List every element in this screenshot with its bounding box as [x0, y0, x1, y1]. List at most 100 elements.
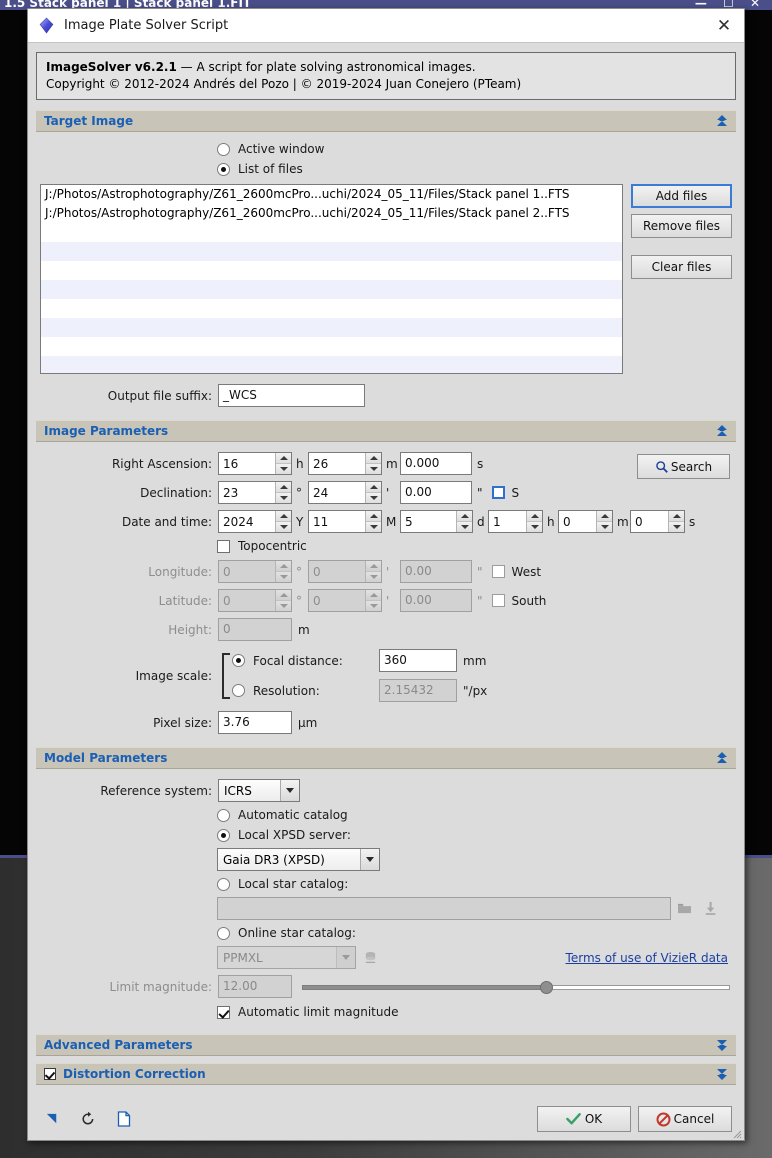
active-window-radio[interactable] — [217, 142, 230, 156]
slider-knob[interactable] — [539, 980, 553, 994]
ra-seconds-input[interactable]: 0.000 — [400, 452, 472, 476]
ra-minutes-spinner[interactable]: 26 — [308, 452, 382, 476]
cancel-button[interactable]: Cancel — [638, 1106, 732, 1132]
dec-minutes-up[interactable] — [366, 482, 381, 493]
focal-distance-option[interactable]: Focal distance: 360 mm — [232, 649, 487, 673]
double-chevron-up-icon[interactable] — [714, 750, 730, 766]
date-month-spinner[interactable]: 11 — [308, 510, 382, 534]
automatic-catalog-option[interactable]: Automatic catalog — [217, 808, 736, 822]
declination-south-checkbox[interactable] — [491, 486, 505, 500]
resize-grip-icon[interactable] — [730, 1127, 742, 1139]
resolution-radio[interactable] — [232, 684, 245, 698]
chevron-down-icon[interactable] — [280, 780, 299, 802]
file-list[interactable]: J:/Photos/Astrophotography/Z61_2600mcPro… — [40, 184, 623, 375]
dec-minutes-value[interactable]: 24 — [309, 482, 365, 503]
ra-hours-spinner[interactable]: 16 — [218, 452, 292, 476]
time-second-up[interactable] — [669, 511, 684, 522]
local-star-catalog-option[interactable]: Local star catalog: — [217, 877, 736, 891]
dec-degrees-spinner[interactable]: 23 — [218, 481, 292, 505]
ra-minutes-down[interactable] — [366, 463, 381, 475]
topocentric-option[interactable]: Topocentric — [217, 539, 736, 553]
time-minute-value[interactable]: 0 — [559, 511, 596, 532]
local-star-catalog-radio[interactable] — [217, 877, 230, 891]
date-month-down[interactable] — [366, 521, 381, 533]
time-hour-up[interactable] — [527, 511, 542, 522]
active-window-option[interactable]: Active window — [217, 142, 736, 156]
automatic-limit-magnitude-checkbox[interactable] — [217, 1005, 230, 1019]
ok-button[interactable]: OK — [537, 1106, 631, 1132]
section-header-target-image[interactable]: Target Image — [36, 110, 736, 133]
time-minute-spinner[interactable]: 0 — [558, 510, 613, 534]
focal-distance-radio[interactable] — [232, 654, 245, 668]
date-month-up[interactable] — [366, 511, 381, 522]
local-xpsd-option[interactable]: Local XPSD server: — [217, 828, 736, 842]
date-year-spinner[interactable]: 2024 — [218, 510, 292, 534]
date-day-down[interactable] — [457, 521, 472, 533]
online-star-catalog-option[interactable]: Online star catalog: — [217, 926, 736, 940]
ra-minutes-value[interactable]: 26 — [309, 453, 365, 474]
pixel-size-input[interactable]: 3.76 — [218, 711, 292, 735]
clear-files-button[interactable]: Clear files — [631, 255, 732, 280]
dec-degrees-down[interactable] — [276, 492, 291, 504]
remove-files-button[interactable]: Remove files — [631, 214, 732, 239]
online-star-catalog-radio[interactable] — [217, 926, 230, 940]
search-button[interactable]: Search — [637, 454, 730, 480]
reset-circular-arrow-icon[interactable] — [76, 1108, 100, 1130]
chevron-down-icon[interactable] — [360, 849, 379, 871]
date-year-down[interactable] — [276, 521, 291, 533]
automatic-limit-magnitude-option[interactable]: Automatic limit magnitude — [217, 1005, 736, 1019]
list-item[interactable]: J:/Photos/Astrophotography/Z61_2600mcPro… — [41, 185, 622, 204]
double-chevron-up-icon[interactable] — [714, 113, 730, 129]
double-chevron-down-icon[interactable] — [714, 1037, 730, 1053]
time-second-down[interactable] — [669, 521, 684, 533]
ra-hours-down[interactable] — [276, 463, 291, 475]
topocentric-checkbox[interactable] — [217, 539, 230, 553]
output-suffix-input[interactable]: _WCS — [218, 384, 365, 408]
date-year-value[interactable]: 2024 — [219, 511, 275, 532]
ra-minutes-up[interactable] — [366, 453, 381, 464]
ra-hours-up[interactable] — [276, 453, 291, 464]
resolution-option[interactable]: Resolution: 2.15432 "/px — [232, 679, 487, 703]
dec-minutes-down[interactable] — [366, 492, 381, 504]
dec-degrees-value[interactable]: 23 — [219, 482, 275, 503]
section-header-model-parameters[interactable]: Model Parameters — [36, 747, 736, 770]
time-second-spinner[interactable]: 0 — [630, 510, 685, 534]
add-files-button[interactable]: Add files — [631, 184, 732, 209]
section-header-distortion-correction[interactable]: Distortion Correction — [36, 1063, 736, 1086]
list-of-files-option[interactable]: List of files — [217, 162, 736, 176]
date-month-value[interactable]: 11 — [309, 511, 365, 532]
date-day-up[interactable] — [457, 511, 472, 522]
document-icon[interactable] — [112, 1108, 136, 1130]
date-year-up[interactable] — [276, 511, 291, 522]
local-xpsd-radio[interactable] — [217, 828, 230, 842]
vizier-terms-link[interactable]: Terms of use of VizieR data — [566, 951, 728, 965]
blue-triangle-icon[interactable] — [40, 1108, 64, 1130]
distortion-correction-checkbox[interactable] — [44, 1068, 56, 1081]
time-second-value[interactable]: 0 — [631, 511, 668, 532]
date-day-spinner[interactable]: 5 — [400, 510, 473, 534]
local-xpsd-select[interactable]: Gaia DR3 (XPSD) — [217, 848, 380, 872]
time-hour-down[interactable] — [527, 521, 542, 533]
double-chevron-up-icon[interactable] — [714, 423, 730, 439]
time-minute-down[interactable] — [597, 521, 612, 533]
automatic-catalog-radio[interactable] — [217, 808, 230, 822]
date-day-value[interactable]: 5 — [401, 511, 456, 532]
reference-system-select[interactable]: ICRS — [218, 779, 300, 803]
list-item[interactable]: J:/Photos/Astrophotography/Z61_2600mcPro… — [41, 204, 622, 223]
section-header-image-parameters[interactable]: Image Parameters — [36, 420, 736, 443]
list-of-files-radio[interactable] — [217, 162, 230, 176]
time-hour-unit: h — [547, 514, 555, 529]
longitude-degrees-up — [276, 561, 291, 572]
section-header-advanced-parameters[interactable]: Advanced Parameters — [36, 1034, 736, 1057]
time-minute-up[interactable] — [597, 511, 612, 522]
dec-minutes-spinner[interactable]: 24 — [308, 481, 382, 505]
ra-hours-value[interactable]: 16 — [219, 453, 275, 474]
dec-seconds-input[interactable]: 0.00 — [400, 481, 472, 505]
limit-magnitude-slider[interactable] — [302, 978, 730, 996]
double-chevron-down-icon[interactable] — [714, 1066, 730, 1082]
time-hour-spinner[interactable]: 1 — [488, 510, 543, 534]
time-hour-value[interactable]: 1 — [489, 511, 526, 532]
close-icon[interactable]: ✕ — [712, 14, 736, 38]
focal-distance-input[interactable]: 360 — [379, 649, 457, 673]
dec-degrees-up[interactable] — [276, 482, 291, 493]
